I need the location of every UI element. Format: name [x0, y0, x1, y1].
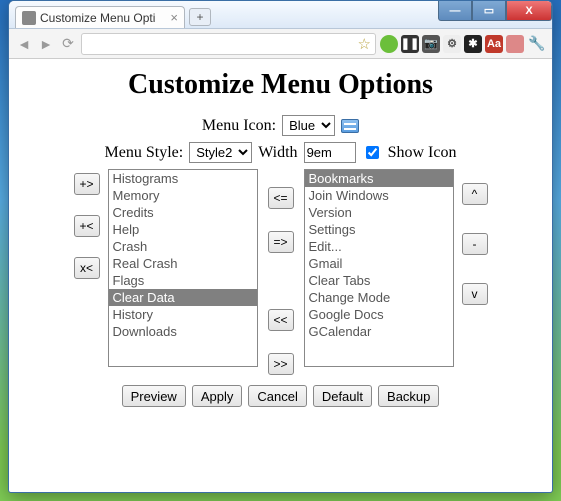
back-button[interactable]: ◄	[15, 35, 33, 53]
list-editor: +> +< x< HistogramsMemoryCreditsHelpCrashR…	[39, 169, 522, 375]
left-side-button-0[interactable]: +>	[74, 173, 100, 195]
action-button-3[interactable]: Default	[313, 385, 372, 407]
width-label: Width	[258, 144, 297, 162]
list-item[interactable]: Crash	[109, 238, 257, 255]
list-item[interactable]: Bookmarks	[305, 170, 453, 187]
action-button-0[interactable]: Preview	[122, 385, 186, 407]
window-controls: — ▭ X	[438, 1, 552, 28]
extension-icons: ❚❚📷⚙✱Aa	[380, 35, 524, 53]
reload-button[interactable]: ⟳	[59, 35, 77, 53]
list-item[interactable]: Credits	[109, 204, 257, 221]
selected-listbox[interactable]: BookmarksJoin WindowsVersionSettingsEdit…	[304, 169, 454, 367]
tab-strip: Customize Menu Opti × +	[9, 1, 438, 28]
width-input[interactable]	[304, 142, 356, 163]
transfer-button-2[interactable]: <<	[268, 309, 294, 331]
tab-close-icon[interactable]: ×	[170, 11, 178, 24]
reorder-button-1[interactable]: -	[462, 233, 488, 255]
browser-window: Customize Menu Opti × + — ▭ X ◄ ► ⟳ ☆ ❚❚…	[8, 0, 553, 493]
transfer-button-0[interactable]: <=	[268, 187, 294, 209]
list-item[interactable]: Clear Tabs	[305, 272, 453, 289]
forward-button[interactable]: ►	[37, 35, 55, 53]
list-item[interactable]: Change Mode	[305, 289, 453, 306]
action-buttons: Preview ApplyCancel Default Backup	[39, 385, 522, 407]
blank-icon[interactable]	[506, 35, 524, 53]
maximize-button[interactable]: ▭	[472, 1, 506, 21]
left-side-button-2[interactable]: x<	[74, 257, 100, 279]
new-tab-button[interactable]: +	[189, 8, 211, 26]
wrench-menu-icon[interactable]: 🔧	[528, 35, 546, 53]
list-item[interactable]: Real Crash	[109, 255, 257, 272]
tab-title: Customize Menu Opti	[40, 11, 155, 25]
list-item[interactable]: Clear Data	[109, 289, 257, 306]
show-icon-label: Show Icon	[388, 144, 457, 162]
menu-icon-label: Menu Icon:	[202, 117, 276, 135]
action-button-2[interactable]: Cancel	[248, 385, 306, 407]
menu-style-row: Menu Style: Style2 Width Show Icon	[39, 142, 522, 163]
list-item[interactable]: Settings	[305, 221, 453, 238]
page-title: Customize Menu Options	[39, 69, 522, 101]
menu-style-label: Menu Style:	[105, 144, 184, 162]
list-item[interactable]: Google Docs	[305, 306, 453, 323]
asterisk-icon[interactable]: ✱	[464, 35, 482, 53]
browser-tab[interactable]: Customize Menu Opti ×	[15, 6, 185, 28]
list-item[interactable]: Downloads	[109, 323, 257, 340]
menu-icon-preview-icon	[341, 119, 359, 133]
bookmark-star-icon[interactable]: ☆	[358, 35, 371, 53]
page-content: Customize Menu Options Menu Icon: Blue M…	[9, 59, 552, 417]
list-item[interactable]: Version	[305, 204, 453, 221]
address-bar[interactable]: ☆	[81, 33, 376, 55]
list-item[interactable]: Help	[109, 221, 257, 238]
list-item[interactable]: GCalendar	[305, 323, 453, 340]
favicon-icon	[22, 11, 36, 25]
pause-icon[interactable]: ❚❚	[401, 35, 419, 53]
left-side-buttons: +> +< x<	[72, 169, 102, 375]
list-item[interactable]: Memory	[109, 187, 257, 204]
menu-style-select[interactable]: Style2	[189, 142, 252, 163]
reorder-button-2[interactable]: v	[462, 283, 488, 305]
action-button-1[interactable]: Apply	[192, 385, 243, 407]
aa-icon[interactable]: Aa	[485, 35, 503, 53]
list-item[interactable]: Histograms	[109, 170, 257, 187]
right-side-buttons: ^ - v	[460, 169, 490, 375]
menu-icon-select[interactable]: Blue	[282, 115, 335, 136]
list-item[interactable]: Flags	[109, 272, 257, 289]
action-button-4[interactable]: Backup	[378, 385, 439, 407]
minimize-button[interactable]: —	[438, 1, 472, 21]
available-listbox[interactable]: HistogramsMemoryCreditsHelpCrashReal Cra…	[108, 169, 258, 367]
green-dot-icon[interactable]	[380, 35, 398, 53]
left-side-button-1[interactable]: +<	[74, 215, 100, 237]
transfer-button-3[interactable]: >>	[268, 353, 294, 375]
transfer-buttons: <= => << >>	[264, 169, 298, 375]
close-button[interactable]: X	[506, 1, 552, 21]
list-item[interactable]: Join Windows	[305, 187, 453, 204]
camera-icon[interactable]: 📷	[422, 35, 440, 53]
titlebar: Customize Menu Opti × + — ▭ X	[9, 1, 552, 29]
gears-icon[interactable]: ⚙	[443, 35, 461, 53]
menu-icon-row: Menu Icon: Blue	[39, 115, 522, 136]
reorder-button-0[interactable]: ^	[462, 183, 488, 205]
transfer-button-1[interactable]: =>	[268, 231, 294, 253]
list-item[interactable]: Gmail	[305, 255, 453, 272]
list-item[interactable]: History	[109, 306, 257, 323]
show-icon-checkbox[interactable]	[366, 146, 379, 159]
list-item[interactable]: Edit...	[305, 238, 453, 255]
browser-toolbar: ◄ ► ⟳ ☆ ❚❚📷⚙✱Aa 🔧	[9, 29, 552, 59]
